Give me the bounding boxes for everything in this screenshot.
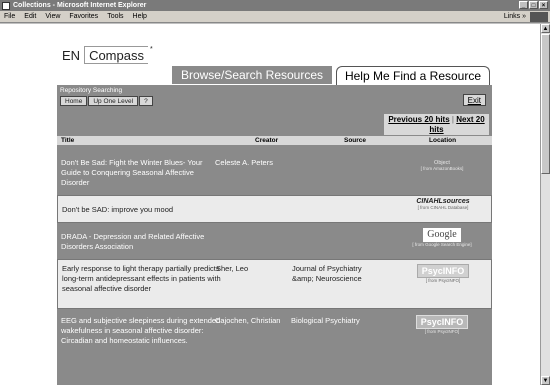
menu-favorites[interactable]: Favorites: [69, 13, 98, 20]
close-icon[interactable]: ×: [539, 1, 548, 9]
result-title[interactable]: EEG and subjective sleepiness during ext…: [61, 316, 221, 346]
location-caption: [ from PsycINFO]: [424, 329, 460, 334]
result-creator: Sher, Leo: [216, 264, 249, 273]
result-row[interactable]: Early response to light therapy partiall…: [57, 259, 492, 309]
menu-file[interactable]: File: [4, 13, 15, 20]
result-row[interactable]: EEG and subjective sleepiness during ext…: [57, 311, 492, 371]
trademark-mark: *: [149, 46, 153, 53]
results-panel: Repository Searching Home Up One Level ?…: [57, 85, 492, 385]
result-location[interactable]: PsycINFO [ from PsycINFO]: [397, 315, 487, 334]
previous-hits-link[interactable]: Previous 20 hits: [388, 115, 449, 124]
result-title[interactable]: Don't Be Sad: Fight the Winter Blues- Yo…: [61, 158, 221, 188]
pager-separator: |: [451, 115, 454, 124]
results-column-header: Title Creator Source Location: [57, 136, 492, 145]
result-location[interactable]: PsycINFO [ from PsycINFO]: [398, 264, 488, 283]
encompass-logo: EN Compass *: [62, 46, 153, 64]
scroll-thumb[interactable]: [541, 34, 550, 174]
menu-bar: File Edit View Favorites Tools Help Link…: [0, 11, 550, 23]
result-row[interactable]: Don't be SAD: improve you mood CINAHLsou…: [57, 195, 492, 223]
help-button[interactable]: ?: [139, 96, 153, 106]
exit-button[interactable]: Exit: [462, 94, 486, 106]
window-title: Collections - Microsoft Internet Explore…: [13, 2, 147, 9]
result-location[interactable]: Object [ from AmazonBooks]: [397, 160, 487, 171]
vertical-scrollbar[interactable]: ▲ ▼: [540, 24, 550, 385]
location-caption: [ from CINAHL Database]: [417, 205, 469, 210]
result-creator: Cajochen, Christian: [215, 316, 281, 325]
ie-app-icon: [2, 1, 10, 10]
home-button[interactable]: Home: [60, 96, 88, 106]
maximize-icon[interactable]: □: [529, 1, 538, 9]
column-location: Location: [429, 137, 457, 144]
location-caption: [ from AmazonBooks]: [420, 166, 464, 171]
nav-buttons: Home Up One Level ?: [60, 96, 153, 106]
menu-edit[interactable]: Edit: [24, 13, 36, 20]
result-title[interactable]: Early response to light therapy partiall…: [62, 264, 222, 294]
menu-help[interactable]: Help: [133, 13, 147, 20]
psycinfo-logo: PsycINFO: [416, 264, 470, 278]
pager: Previous 20 hits | Next 20 hits: [384, 114, 489, 135]
logo-compass: Compass: [84, 46, 148, 64]
windows-logo-icon: [530, 12, 548, 22]
result-title[interactable]: Don't be SAD: improve you mood: [62, 205, 262, 215]
logo-en: EN: [62, 47, 81, 63]
menu-tools[interactable]: Tools: [107, 13, 123, 20]
scroll-down-icon[interactable]: ▼: [541, 376, 550, 385]
result-source: Biological Psychiatry: [291, 316, 360, 325]
psycinfo-logo: PsycINFO: [415, 315, 469, 329]
column-title: Title: [61, 137, 75, 144]
cinahl-sources-logo: CINAHLsources: [416, 198, 470, 205]
result-location[interactable]: CINAHLsources [ from CINAHL Database]: [398, 198, 488, 210]
window-titlebar: Collections - Microsoft Internet Explore…: [0, 0, 550, 11]
result-creator: Celeste A. Peters: [215, 158, 273, 167]
minimize-icon[interactable]: _: [519, 1, 528, 9]
location-caption: [ from Google Search Engine]: [412, 242, 472, 247]
result-row[interactable]: DRADA - Depression and Related Affective…: [57, 225, 492, 257]
result-location[interactable]: Google [ from Google Search Engine]: [397, 228, 487, 247]
window-controls: _ □ ×: [519, 1, 548, 9]
tab-browse-search[interactable]: Browse/Search Resources: [172, 66, 332, 84]
location-caption: [ from PsycINFO]: [425, 278, 461, 283]
result-row[interactable]: Don't Be Sad: Fight the Winter Blues- Yo…: [57, 147, 492, 193]
repository-searching-label: Repository Searching: [60, 87, 123, 94]
menu-view[interactable]: View: [45, 13, 60, 20]
tab-help-find-resource[interactable]: Help Me Find a Resource: [336, 66, 490, 86]
column-source: Source: [344, 137, 367, 144]
google-logo: Google: [423, 228, 461, 242]
up-one-level-button[interactable]: Up One Level: [88, 96, 139, 106]
scroll-up-icon[interactable]: ▲: [541, 24, 550, 33]
result-source: Journal of Psychiatry &amp; Neuroscience: [292, 264, 362, 283]
column-creator: Creator: [255, 137, 279, 144]
links-toolbar[interactable]: Links »: [504, 13, 526, 20]
result-title[interactable]: DRADA - Depression and Related Affective…: [61, 232, 221, 252]
page-viewport: EN Compass * Browse/Search Resources Hel…: [0, 24, 540, 385]
